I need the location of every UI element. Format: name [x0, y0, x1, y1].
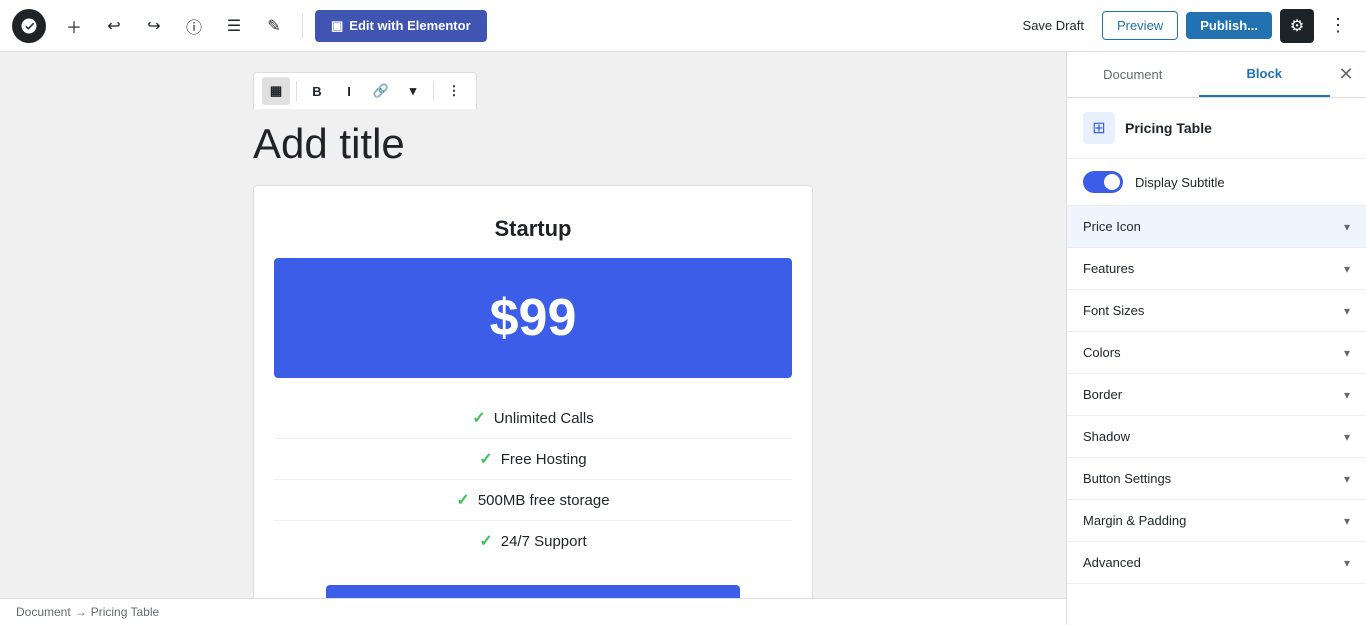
block-toolbar-sep-2: [433, 81, 434, 101]
features-list: ✓ Unlimited Calls ✓ Free Hosting ✓ 500MB…: [274, 398, 792, 561]
price-value: $99: [304, 288, 762, 348]
list-item: ✓ Unlimited Calls: [274, 398, 792, 439]
main-layout: ▦ B I 🔗 ▾ ⋮ Add title Startup $99 ✓ Unli…: [0, 52, 1366, 625]
toolbar-sep-1: [302, 14, 303, 38]
undo-btn[interactable]: ↩: [98, 10, 130, 42]
accordion-font-sizes[interactable]: Font Sizes ▾: [1067, 290, 1366, 332]
list-view-btn[interactable]: ☰: [218, 10, 250, 42]
breadcrumb-current: Pricing Table: [91, 605, 159, 619]
accordion-label: Margin & Padding: [1083, 513, 1186, 528]
check-icon: ✓: [472, 408, 485, 428]
accordion-label: Border: [1083, 387, 1122, 402]
accordion-label: Price Icon: [1083, 219, 1141, 234]
bold-btn[interactable]: B: [303, 77, 331, 105]
page-title-area: Add title: [253, 109, 813, 185]
preview-btn[interactable]: Preview: [1102, 11, 1178, 40]
right-panel: Document Block ✕ ⊞ Pricing Table Display…: [1066, 52, 1366, 625]
tools-btn[interactable]: ✎: [258, 10, 290, 42]
tab-document[interactable]: Document: [1067, 53, 1199, 96]
check-icon: ✓: [456, 490, 469, 510]
chevron-down-icon: ▾: [1344, 430, 1350, 444]
panel-close-btn[interactable]: ✕: [1330, 59, 1362, 91]
feature-label: 24/7 Support: [501, 533, 587, 550]
elementor-icon: ▣: [331, 18, 343, 34]
publish-btn[interactable]: Publish...: [1186, 12, 1272, 39]
chevron-down-icon: ▾: [1344, 472, 1350, 486]
settings-btn[interactable]: ⚙: [1280, 9, 1314, 43]
accordion-label: Advanced: [1083, 555, 1141, 570]
pricing-table-icon: ⊞: [1083, 112, 1115, 144]
block-toolbar-sep: [296, 81, 297, 101]
chevron-down-icon: ▾: [1344, 514, 1350, 528]
chevron-down-icon: ▾: [1344, 556, 1350, 570]
accordion-label: Features: [1083, 261, 1134, 276]
save-draft-btn[interactable]: Save Draft: [1013, 12, 1094, 39]
block-type-btn[interactable]: ▦: [262, 77, 290, 105]
price-box: $99: [274, 258, 792, 378]
accordion-label: Font Sizes: [1083, 303, 1144, 318]
chevron-down-icon: ▾: [1344, 388, 1350, 402]
display-subtitle-toggle[interactable]: [1083, 171, 1123, 193]
list-item: ✓ Free Hosting: [274, 439, 792, 480]
elementor-btn-label: Edit with Elementor: [349, 18, 470, 33]
list-item: ✓ 24/7 Support: [274, 521, 792, 561]
breadcrumb: Document → Pricing Table: [0, 598, 1066, 625]
editor-area: ▦ B I 🔗 ▾ ⋮ Add title Startup $99 ✓ Unli…: [0, 52, 1066, 625]
feature-label: Free Hosting: [501, 451, 587, 468]
tab-block[interactable]: Block: [1199, 52, 1331, 97]
accordion-shadow[interactable]: Shadow ▾: [1067, 416, 1366, 458]
breadcrumb-separator: →: [75, 605, 87, 619]
accordion-label: Colors: [1083, 345, 1121, 360]
panel-section-header: ⊞ Pricing Table: [1067, 98, 1366, 159]
breadcrumb-root[interactable]: Document: [16, 605, 71, 619]
accordion-features[interactable]: Features ▾: [1067, 248, 1366, 290]
chevron-down-icon: ▾: [1344, 346, 1350, 360]
link-btn[interactable]: 🔗: [367, 77, 395, 105]
chevron-down-icon: ▾: [1344, 304, 1350, 318]
main-toolbar: ＋ ↩ ↪ ⓘ ☰ ✎ ▣ Edit with Elementor Save D…: [0, 0, 1366, 52]
accordion-label: Button Settings: [1083, 471, 1171, 486]
feature-label: Unlimited Calls: [494, 410, 594, 427]
chevron-down-icon: ▾: [1344, 262, 1350, 276]
wp-logo[interactable]: [12, 9, 46, 43]
info-btn[interactable]: ⓘ: [178, 10, 210, 42]
edit-with-elementor-btn[interactable]: ▣ Edit with Elementor: [315, 10, 487, 42]
check-icon: ✓: [479, 449, 492, 469]
panel-content: ⊞ Pricing Table Display Subtitle Price I…: [1067, 98, 1366, 625]
accordion-colors[interactable]: Colors ▾: [1067, 332, 1366, 374]
accordion-price-icon[interactable]: Price Icon ▾: [1067, 206, 1366, 248]
display-subtitle-row: Display Subtitle: [1067, 159, 1366, 206]
accordion-margin-padding[interactable]: Margin & Padding ▾: [1067, 500, 1366, 542]
redo-btn[interactable]: ↪: [138, 10, 170, 42]
text-align-btn[interactable]: ▾: [399, 77, 427, 105]
list-item: ✓ 500MB free storage: [274, 480, 792, 521]
pricing-table-block: Startup $99 ✓ Unlimited Calls ✓ Free Hos…: [253, 185, 813, 625]
accordion-label: Shadow: [1083, 429, 1130, 444]
more-options-btn[interactable]: ⋮: [1322, 10, 1354, 42]
plan-name: Startup: [274, 216, 792, 242]
toolbar-right: Save Draft Preview Publish... ⚙ ⋮: [1013, 9, 1354, 43]
panel-tabs: Document Block ✕: [1067, 52, 1366, 98]
chevron-down-icon: ▾: [1344, 220, 1350, 234]
check-icon: ✓: [479, 531, 492, 551]
accordion-border[interactable]: Border ▾: [1067, 374, 1366, 416]
italic-btn[interactable]: I: [335, 77, 363, 105]
accordion-advanced[interactable]: Advanced ▾: [1067, 542, 1366, 584]
display-subtitle-label: Display Subtitle: [1135, 175, 1225, 190]
block-toolbar: ▦ B I 🔗 ▾ ⋮: [253, 72, 477, 109]
more-options-block-btn[interactable]: ⋮: [440, 77, 468, 105]
panel-section-title: Pricing Table: [1125, 120, 1212, 136]
page-title[interactable]: Add title: [253, 119, 813, 169]
accordion-button-settings[interactable]: Button Settings ▾: [1067, 458, 1366, 500]
feature-label: 500MB free storage: [478, 492, 610, 509]
add-block-btn[interactable]: ＋: [58, 10, 90, 42]
